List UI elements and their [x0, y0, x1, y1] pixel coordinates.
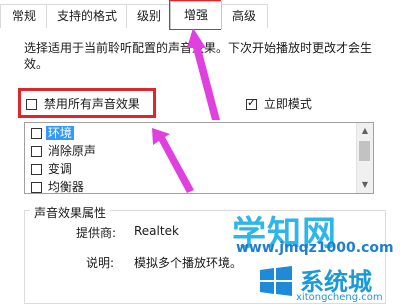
annotation-box-checkbox [18, 88, 156, 118]
tab-advanced[interactable]: 高级 [220, 4, 268, 28]
checkbox-box[interactable] [31, 146, 42, 157]
checkbox-box[interactable] [31, 128, 42, 139]
description-label: 说明: [86, 256, 115, 270]
scroll-up-icon[interactable]: ▲ [357, 123, 373, 139]
checkbox-box[interactable] [31, 164, 42, 175]
tab-levels-label: 级别 [136, 9, 161, 23]
list-item-label: 环境 [45, 126, 74, 140]
list-item-label: 均衡器 [47, 180, 84, 194]
immediate-mode-checkbox[interactable]: 立即模式 [246, 95, 312, 112]
tab-supported-formats-label: 支持的格式 [56, 9, 117, 23]
scroll-thumb[interactable] [359, 141, 370, 161]
effects-list[interactable]: 环境 消除原声 变调 均衡器 ▲ ▼ [24, 122, 374, 194]
effect-properties-title: 声音效果属性 [30, 204, 111, 221]
tab-supported-formats[interactable]: 支持的格式 [46, 4, 128, 28]
provider-label: 提供商: [76, 226, 117, 240]
list-item[interactable]: 消除原声 [31, 142, 98, 160]
list-item[interactable]: 环境 [31, 124, 74, 142]
list-item[interactable]: 变调 [31, 160, 74, 178]
tab-advanced-label: 高级 [231, 9, 256, 23]
tab-general-label: 常规 [11, 9, 36, 23]
provider-value: Realtek [134, 224, 179, 238]
list-item-label: 消除原声 [47, 144, 96, 158]
tab-general[interactable]: 常规 [0, 4, 48, 28]
checkbox-box[interactable] [31, 182, 42, 193]
description-text: 选择适用于当前聆听配置的声音效果。下次开始播放时更改才会生效。 [24, 41, 373, 71]
immediate-mode-label: 立即模式 [263, 97, 312, 111]
list-item[interactable]: 均衡器 [31, 178, 86, 194]
tab-levels[interactable]: 级别 [126, 4, 172, 28]
tab-enhancements[interactable]: 增强 [170, 1, 222, 29]
list-item-label: 变调 [47, 162, 72, 176]
windows-logo-icon [258, 266, 294, 296]
watermark-domain: xitongcheng.com [296, 292, 383, 303]
scroll-down-icon[interactable]: ▼ [357, 177, 373, 193]
vertical-scrollbar[interactable]: ▲ ▼ [356, 123, 373, 193]
tab-bar: 常规 支持的格式 级别 增强 高级 [0, 0, 408, 29]
checkbox-box-checked[interactable] [246, 96, 257, 110]
watermark-url: www.jmqz1000.com [236, 240, 394, 256]
tab-enhancements-label: 增强 [183, 8, 208, 22]
description-value: 模拟多个播放环境。 [134, 256, 243, 270]
